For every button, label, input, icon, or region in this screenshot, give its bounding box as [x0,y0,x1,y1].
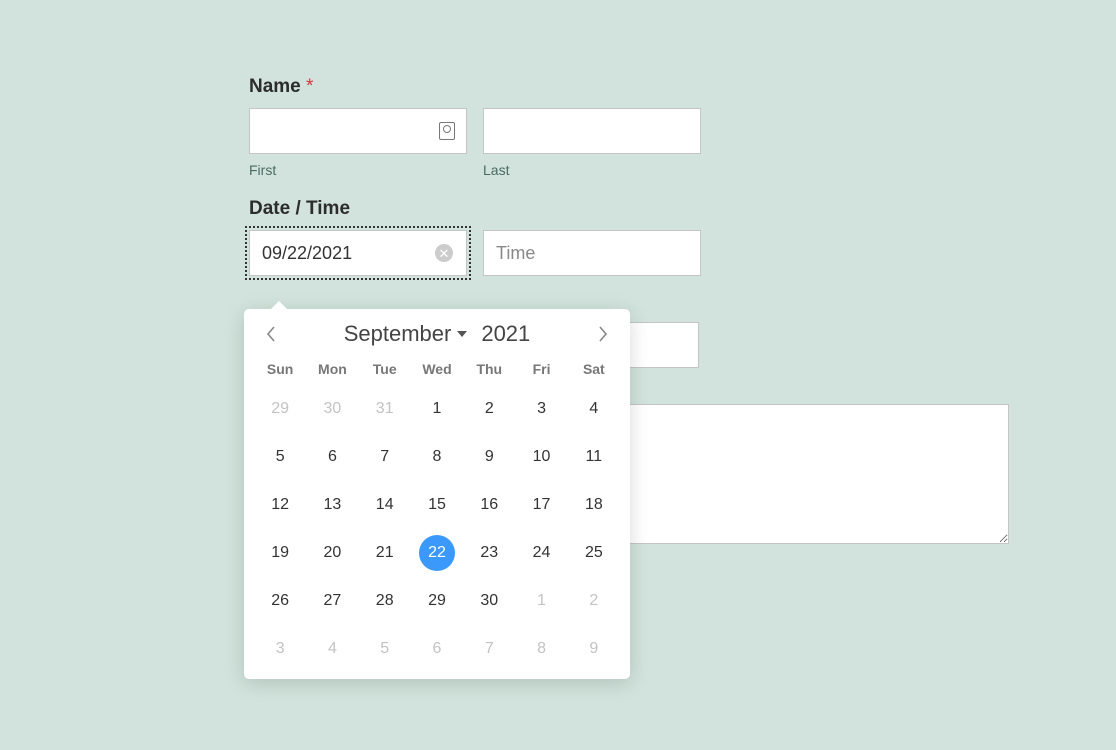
dow-header: Sat [568,355,620,385]
calendar-day[interactable]: 1 [411,385,463,433]
calendar-day[interactable]: 9 [463,433,515,481]
dow-header: Mon [306,355,358,385]
calendar-day[interactable]: 10 [515,433,567,481]
datetime-row: ✕ [249,230,1009,276]
dow-header: Thu [463,355,515,385]
calendar-day[interactable]: 29 [254,385,306,433]
next-month-button[interactable] [592,323,614,345]
name-field-group: Name * First Last [249,76,1009,178]
clear-date-icon[interactable]: ✕ [435,244,453,262]
dow-header: Sun [254,355,306,385]
date-input-wrap: ✕ [249,230,467,276]
calendar-day[interactable]: 6 [306,433,358,481]
calendar-day[interactable]: 27 [306,577,358,625]
calendar-day[interactable]: 3 [254,625,306,673]
calendar-day[interactable]: 5 [254,433,306,481]
month-selector[interactable]: September [344,321,468,347]
name-row: First Last [249,108,1009,178]
chevron-right-icon [598,326,608,342]
month-label: September [344,321,452,347]
calendar-day[interactable]: 13 [306,481,358,529]
calendar-day[interactable]: 22 [411,529,463,577]
last-name-input[interactable] [483,108,701,154]
year-selector[interactable]: 2021 [481,321,530,347]
dow-header: Fri [515,355,567,385]
calendar-day[interactable]: 31 [359,385,411,433]
calendar-day[interactable]: 21 [359,529,411,577]
calendar-day[interactable]: 16 [463,481,515,529]
datepicker-arrow [270,301,288,310]
first-name-col: First [249,108,467,178]
calendar-day[interactable]: 14 [359,481,411,529]
calendar-day[interactable]: 30 [463,577,515,625]
datetime-label: Date / Time [249,198,1009,220]
chevron-down-icon [457,331,467,337]
calendar-day[interactable]: 18 [568,481,620,529]
last-name-col: Last [483,108,701,178]
calendar-day[interactable]: 19 [254,529,306,577]
prev-month-button[interactable] [260,323,282,345]
first-name-wrap [249,108,467,154]
calendar-day[interactable]: 24 [515,529,567,577]
chevron-left-icon [266,326,276,342]
first-sublabel: First [249,162,467,178]
datepicker-popup: September 2021 SunMonTueWedThuFriSat2930… [244,309,630,679]
dow-header: Wed [411,355,463,385]
calendar-day[interactable]: 15 [411,481,463,529]
time-input[interactable] [483,230,701,276]
calendar-day[interactable]: 3 [515,385,567,433]
calendar-day[interactable]: 4 [568,385,620,433]
datepicker-title: September 2021 [344,321,531,347]
calendar-day[interactable]: 30 [306,385,358,433]
calendar-day[interactable]: 9 [568,625,620,673]
required-asterisk: * [306,76,313,97]
calendar-day[interactable]: 8 [411,433,463,481]
calendar-day[interactable]: 7 [463,625,515,673]
name-label-text: Name [249,76,301,97]
datepicker-grid: SunMonTueWedThuFriSat2930311234567891011… [254,355,620,673]
calendar-day[interactable]: 2 [463,385,515,433]
calendar-day[interactable]: 7 [359,433,411,481]
calendar-day[interactable]: 2 [568,577,620,625]
datepicker-header: September 2021 [254,317,620,355]
calendar-day[interactable]: 26 [254,577,306,625]
name-label: Name * [249,76,1009,98]
calendar-day[interactable]: 6 [411,625,463,673]
calendar-day[interactable]: 1 [515,577,567,625]
calendar-day[interactable]: 11 [568,433,620,481]
calendar-day[interactable]: 12 [254,481,306,529]
calendar-day[interactable]: 5 [359,625,411,673]
datetime-field-group: Date / Time ✕ [249,198,1009,276]
calendar-day[interactable]: 17 [515,481,567,529]
calendar-day[interactable]: 20 [306,529,358,577]
calendar-day[interactable]: 8 [515,625,567,673]
calendar-day[interactable]: 28 [359,577,411,625]
calendar-day[interactable]: 29 [411,577,463,625]
contact-card-icon[interactable] [439,122,455,140]
calendar-day[interactable]: 25 [568,529,620,577]
last-sublabel: Last [483,162,701,178]
first-name-input[interactable] [249,108,467,154]
calendar-day[interactable]: 23 [463,529,515,577]
calendar-day[interactable]: 4 [306,625,358,673]
dow-header: Tue [359,355,411,385]
